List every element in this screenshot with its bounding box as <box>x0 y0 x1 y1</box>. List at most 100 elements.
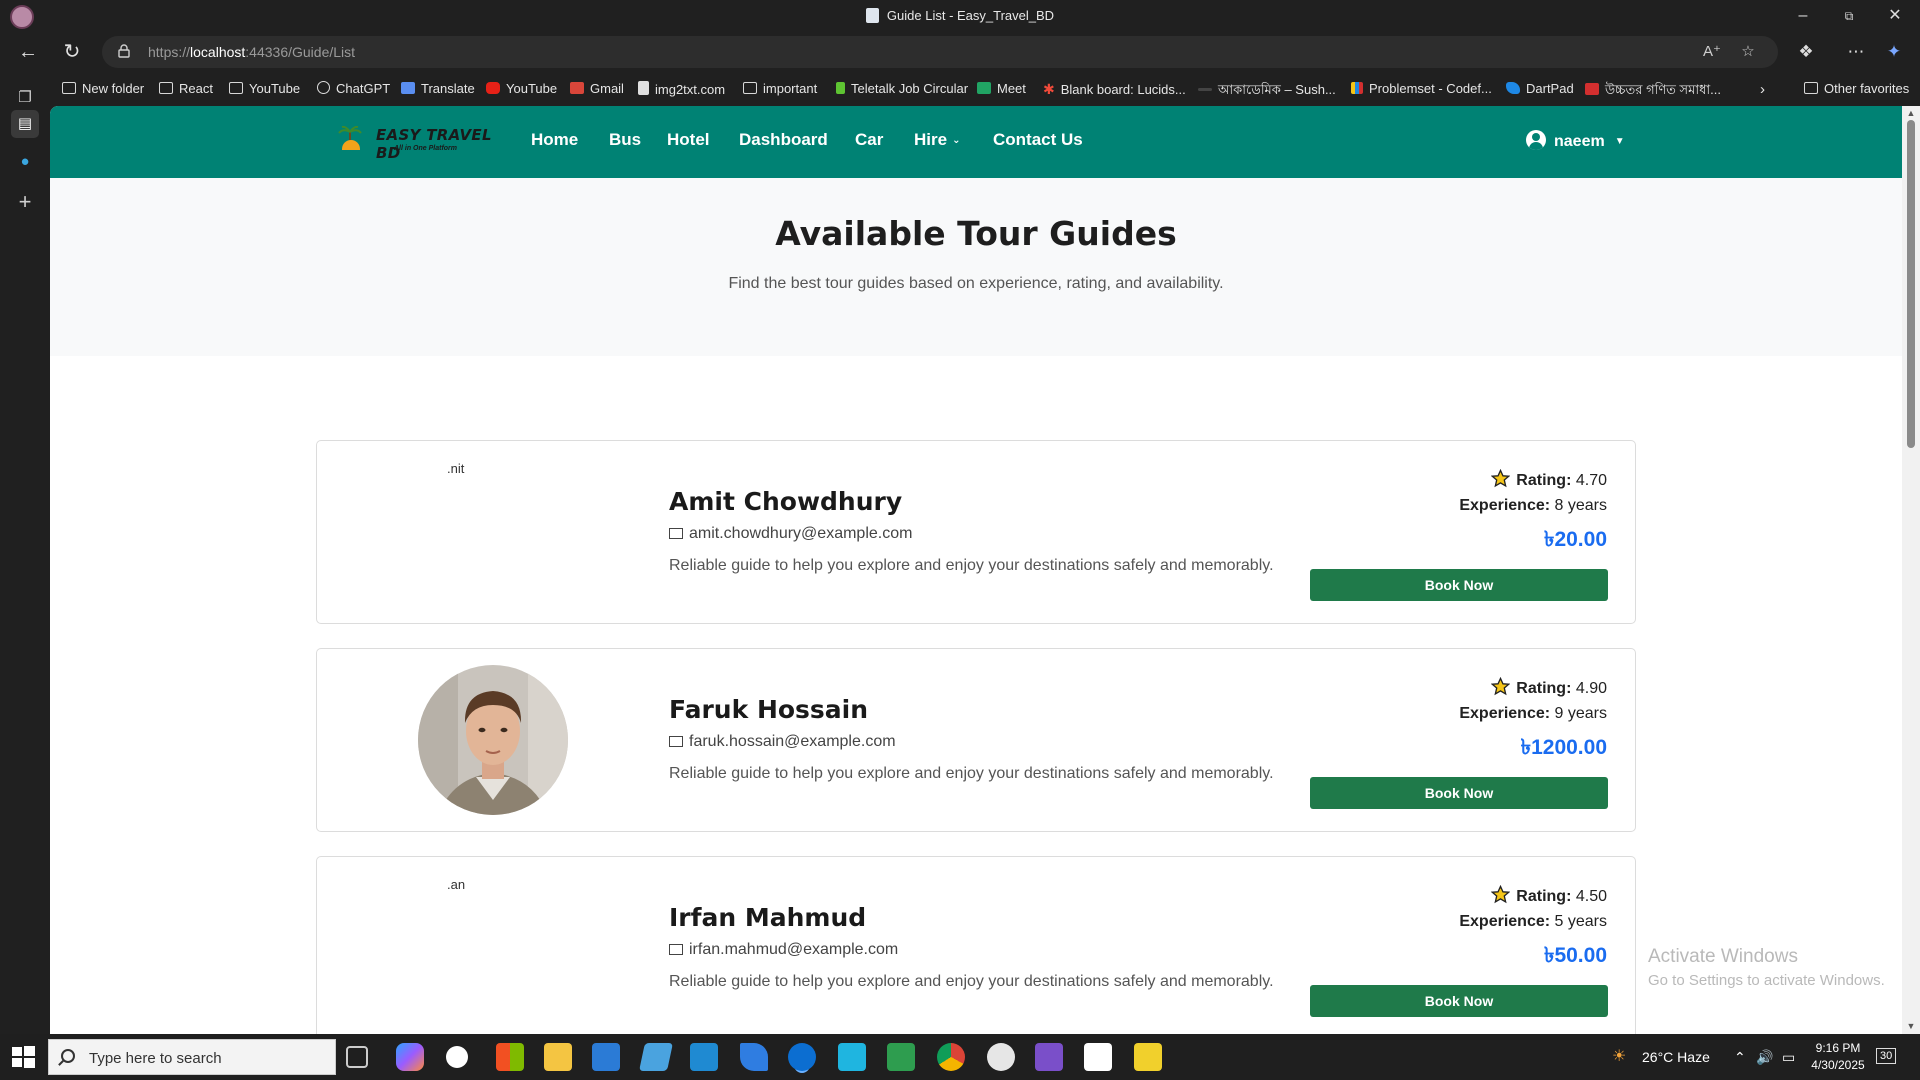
notion-app-icon[interactable] <box>1084 1043 1112 1071</box>
edge-app-icon[interactable] <box>788 1043 816 1071</box>
chrome-icon[interactable] <box>937 1043 965 1071</box>
favorite-item[interactable]: আকাডেমিক – Sush... <box>1198 81 1336 102</box>
more-menu-icon[interactable]: ⋯ <box>1843 38 1869 66</box>
url-text[interactable]: https://localhost:44336/Guide/List <box>148 44 355 60</box>
minimize-icon[interactable]: – <box>1780 0 1826 32</box>
app-icon[interactable] <box>887 1043 915 1071</box>
favorite-item[interactable]: YouTube <box>486 81 557 96</box>
favorite-label: উচ্চতর গণিত সমাধা... <box>1605 82 1722 97</box>
nav-hotel[interactable]: Hotel <box>667 130 710 150</box>
nav-hire-label: Hire <box>914 130 948 149</box>
address-bar[interactable]: https://localhost:44336/Guide/List A⁺ ☆ <box>102 36 1778 68</box>
tab-actions-icon[interactable]: ❐ <box>11 84 39 112</box>
close-icon[interactable]: ✕ <box>1872 0 1918 32</box>
chatgpt-icon <box>317 81 330 94</box>
favorite-star-icon[interactable]: ☆ <box>1738 42 1758 62</box>
activate-windows-title: Activate Windows <box>1648 946 1798 967</box>
favorite-label: Meet <box>997 81 1026 96</box>
favorite-item[interactable]: img2txt.com <box>638 81 725 97</box>
window-title-text: Guide List - Easy_Travel_BD <box>886 8 1055 23</box>
activate-windows-subtitle: Go to Settings to activate Windows. <box>1648 972 1885 989</box>
favorite-item[interactable]: উচ্চতর গণিত সমাধা... <box>1585 81 1721 102</box>
back-icon[interactable]: ← <box>12 38 44 66</box>
store-icon[interactable] <box>592 1043 620 1071</box>
nav-car[interactable]: Car <box>855 130 883 150</box>
favorite-item[interactable]: Problemset - Codef... <box>1351 81 1492 96</box>
favorite-item[interactable]: ChatGPT <box>317 81 390 96</box>
network-icon[interactable]: ▭ <box>1782 1049 1795 1066</box>
nav-contact-us[interactable]: Contact Us <box>993 130 1083 150</box>
windows-start-icon[interactable] <box>10 1044 36 1070</box>
book-now-button[interactable]: Book Now <box>1310 569 1608 601</box>
tray-chevron-icon[interactable]: ⌃ <box>1734 1049 1746 1066</box>
app-icon[interactable] <box>1134 1043 1162 1071</box>
mongodb-app-icon[interactable] <box>446 1046 468 1068</box>
scroll-up-icon[interactable]: ▲ <box>1906 109 1916 118</box>
book-now-button[interactable]: Book Now <box>1310 777 1608 809</box>
favorite-item[interactable]: Translate <box>401 81 475 96</box>
guide-email: faruk.hossain@example.com <box>669 733 896 751</box>
user-menu[interactable]: naeem ▼ <box>1526 130 1625 151</box>
favorite-item[interactable]: YouTube <box>229 81 300 96</box>
vertical-tab-icon[interactable]: ▤ <box>11 110 39 138</box>
restore-icon[interactable]: ⧉ <box>1826 0 1872 32</box>
page-scrollbar[interactable]: ▲ ▼ <box>1902 106 1920 1034</box>
meet-icon <box>977 82 991 94</box>
other-favorites[interactable]: Other favorites <box>1804 81 1909 96</box>
lock-icon[interactable] <box>118 44 130 58</box>
speaker-icon[interactable]: 🔊 <box>1756 1049 1773 1066</box>
nav-home[interactable]: Home <box>531 130 578 150</box>
extensions-icon[interactable]: ❖ <box>1793 38 1819 66</box>
favorite-item[interactable]: React <box>159 81 213 96</box>
guide-name: Irfan Mahmud <box>669 903 867 932</box>
scroll-thumb[interactable] <box>1907 120 1915 448</box>
todo-icon[interactable] <box>740 1043 768 1071</box>
favorite-item[interactable]: Teletalk Job Circular <box>836 81 968 96</box>
clock-time: 9:16 PM <box>1815 1041 1861 1055</box>
file-explorer-icon[interactable] <box>544 1043 572 1071</box>
guide-email-text: amit.chowdhury@example.com <box>689 525 913 542</box>
nav-bus[interactable]: Bus <box>609 130 641 150</box>
copilot-icon[interactable]: ✦ <box>1881 38 1907 66</box>
microsoft-store-tiles-icon[interactable] <box>496 1043 524 1071</box>
lucid-icon: ✱ <box>1043 81 1055 97</box>
book-now-button[interactable]: Book Now <box>1310 985 1608 1017</box>
favorite-item[interactable]: important <box>743 81 817 96</box>
experience-label: Experience: <box>1459 913 1551 930</box>
star-icon <box>1491 885 1511 904</box>
app-icon[interactable] <box>987 1043 1015 1071</box>
notifications-icon[interactable]: 30 <box>1876 1048 1897 1064</box>
favorite-item[interactable]: DartPad <box>1506 81 1574 96</box>
guide-card: .nit Amit Chowdhury amit.chowdhury@examp… <box>316 440 1636 624</box>
page-viewport: EASY TRAVEL BD All in One Platform Home … <box>50 106 1902 1034</box>
site-logo[interactable]: EASY TRAVEL BD All in One Platform <box>336 124 510 162</box>
more-favorites-chevron-icon[interactable]: › <box>1760 81 1765 98</box>
favorite-item[interactable]: Gmail <box>570 81 624 96</box>
nav-hire-dropdown[interactable]: Hire ⌄ <box>914 130 960 150</box>
envelope-icon <box>669 944 683 955</box>
nav-dashboard[interactable]: Dashboard <box>739 130 828 150</box>
url-path: :44336/Guide/List <box>245 44 356 60</box>
guide-card: Faruk Hossain faruk.hossain@example.com … <box>316 648 1636 832</box>
favorite-item[interactable]: Meet <box>977 81 1026 96</box>
rating-label: Rating: <box>1516 888 1572 905</box>
refresh-icon[interactable]: ↻ <box>56 38 88 66</box>
favorite-item[interactable]: ✱ Blank board: Lucids... <box>1043 81 1186 98</box>
new-tab-plus-icon[interactable]: + <box>11 188 39 216</box>
weather-icon[interactable]: ☀ <box>1612 1046 1626 1066</box>
read-aloud-icon[interactable]: A⁺ <box>1702 42 1722 62</box>
teletalk-icon <box>836 82 845 94</box>
taskbar-clock[interactable]: 9:16 PM 4/30/2025 <box>1806 1040 1870 1074</box>
rating-value: 4.90 <box>1575 680 1607 697</box>
weather-text[interactable]: 26°C Haze <box>1642 1049 1710 1065</box>
edge-tab-icon[interactable]: ● <box>11 148 39 176</box>
taskbar-search[interactable]: Type here to search <box>48 1039 336 1075</box>
vscode-icon[interactable] <box>690 1043 718 1071</box>
copilot-app-icon[interactable] <box>396 1043 424 1071</box>
scroll-down-icon[interactable]: ▼ <box>1906 1022 1916 1031</box>
visual-studio-icon[interactable] <box>1035 1043 1063 1071</box>
webstorm-icon[interactable] <box>838 1043 866 1071</box>
app-icon[interactable] <box>639 1043 673 1071</box>
favorite-item[interactable]: New folder <box>62 81 144 96</box>
task-view-icon[interactable] <box>346 1046 368 1068</box>
